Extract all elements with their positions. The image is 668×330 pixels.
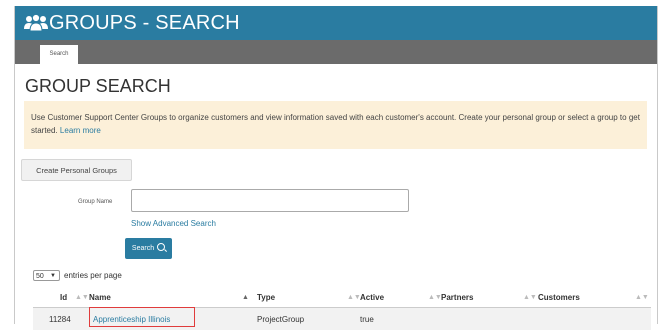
sort-icon[interactable]: ▲▼ (635, 292, 649, 304)
column-header-partners[interactable]: Partners (441, 292, 473, 304)
search-button-label: Search (131, 245, 155, 252)
group-name-label: Group Name (78, 199, 113, 205)
search-button[interactable]: Search (125, 238, 172, 259)
entries-select[interactable]: 50 ▼ (33, 270, 60, 282)
page-title: GROUP SEARCH (25, 76, 171, 96)
cell-id: 11284 (49, 315, 71, 324)
column-header-customers[interactable]: Customers (538, 292, 580, 304)
cell-active: true (360, 315, 374, 324)
table-header: Id ▲▼ Name ▲ Type ▲▼ Active ▲▼ Partners … (33, 289, 651, 308)
table-row: 11284 Apprenticeship Illinois ProjectGro… (33, 307, 651, 330)
sort-icon[interactable]: ▲▼ (347, 292, 361, 304)
group-name-link[interactable]: Apprenticeship Illinois (93, 315, 170, 324)
column-header-id[interactable]: Id (60, 292, 67, 304)
column-header-type[interactable]: Type (257, 292, 275, 304)
search-icon (157, 243, 166, 251)
sort-icon[interactable]: ▲▼ (428, 292, 442, 304)
entries-per-page: 50 ▼ entries per page (33, 270, 122, 282)
app-title: GROUPS - SEARCH (49, 12, 240, 34)
show-advanced-search-link[interactable]: Show Advanced Search (131, 218, 216, 229)
sort-icon[interactable]: ▲ (242, 292, 249, 304)
info-banner: Use Customer Support Center Groups to or… (24, 101, 647, 149)
app-frame: GROUPS - SEARCH Search GROUP SEARCH Use … (14, 6, 658, 330)
group-name-input[interactable] (131, 189, 409, 212)
column-header-active[interactable]: Active (360, 292, 384, 304)
column-header-name[interactable]: Name (89, 292, 111, 304)
title-bar: GROUPS - SEARCH (15, 6, 657, 40)
cell-name: Apprenticeship Illinois (93, 314, 170, 326)
sort-icon[interactable]: ▲▼ (75, 292, 89, 304)
tab-strip: Search (15, 40, 657, 64)
info-text: Use Customer Support Center Groups to or… (31, 111, 643, 137)
chevron-down-icon: ▼ (50, 273, 56, 280)
users-icon (23, 13, 49, 33)
sort-icon[interactable]: ▲▼ (523, 292, 537, 304)
create-personal-groups-button[interactable]: Create Personal Groups (21, 159, 132, 181)
entries-select-value: 50 (36, 273, 44, 281)
tab-search[interactable]: Search (40, 45, 78, 64)
entries-label: entries per page (64, 271, 122, 280)
cell-type: ProjectGroup (257, 315, 305, 324)
info-message: Use Customer Support Center Groups to or… (31, 113, 640, 135)
learn-more-link[interactable]: Learn more (60, 126, 101, 135)
